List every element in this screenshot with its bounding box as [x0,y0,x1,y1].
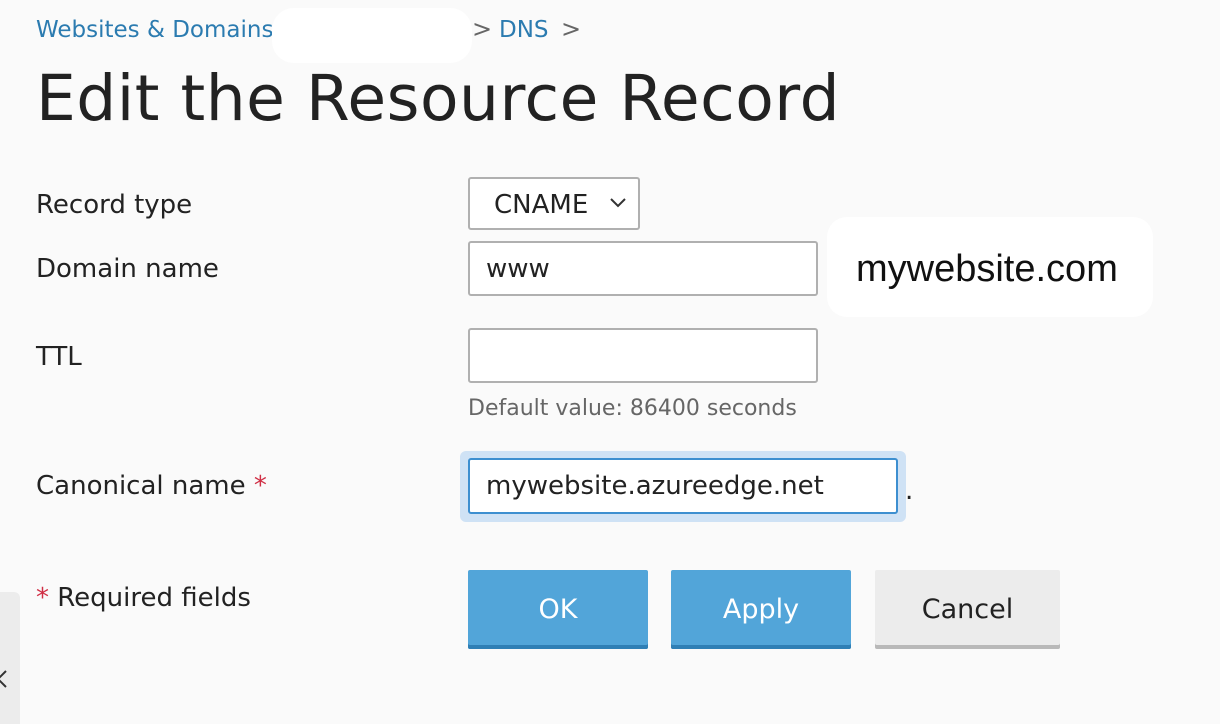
breadcrumb-link-websites-domains[interactable]: Websites & Domains [36,17,273,43]
domain-name-label: Domain name [36,254,219,284]
canonical-name-input[interactable] [468,458,898,514]
required-fields-text: Required fields [57,583,251,613]
page: Websites & Domains > DNS > Edit the Reso… [0,0,1220,724]
page-title: Edit the Resource Record [36,62,841,135]
record-type-label: Record type [36,190,193,220]
canonical-name-trailing-dot: . [905,476,914,506]
ttl-hint: Default value: 86400 seconds [468,396,797,421]
breadcrumb-separator: > [561,15,582,43]
apply-button[interactable]: Apply [671,570,851,649]
required-asterisk: * [36,583,49,613]
chevron-left-icon [0,670,7,688]
ttl-label: TTL [36,342,82,372]
required-fields-note: * Required fields [36,583,251,613]
ttl-input[interactable] [468,328,818,383]
record-type-selected-value: CNAME [494,190,589,220]
domain-name-input[interactable] [468,241,818,296]
breadcrumb-link-dns[interactable]: DNS [499,17,549,43]
side-panel-toggle[interactable] [0,592,20,724]
canonical-name-label-text: Canonical name [36,471,246,501]
domain-suffix: mywebsite.com [856,248,1118,290]
canonical-name-label: Canonical name * [36,471,267,501]
ok-button[interactable]: OK [468,570,648,649]
chevron-down-icon [610,198,626,208]
required-asterisk: * [253,471,267,501]
redacted-breadcrumb-item [272,8,472,63]
record-type-select[interactable]: CNAME [468,177,640,230]
breadcrumb-separator: > [472,15,493,43]
cancel-button[interactable]: Cancel [875,570,1060,649]
